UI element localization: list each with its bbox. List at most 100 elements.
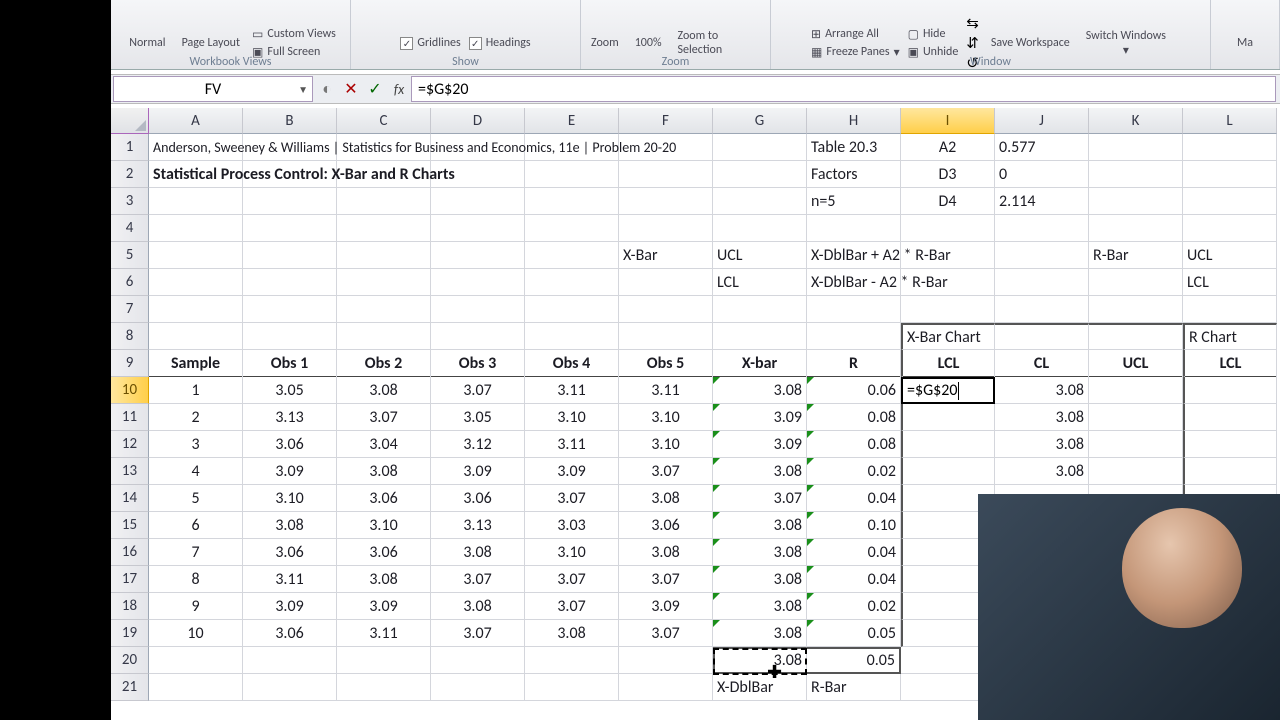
gridlines-checkbox[interactable]: ✓Gridlines [400,36,460,50]
r-value[interactable]: 0.04 [807,485,901,512]
table-label[interactable]: Table 20.3 [807,134,901,161]
obs3[interactable]: 3.07 [431,620,525,647]
macros-button[interactable]: Ma [1233,34,1257,52]
row-header-5[interactable]: 5 [111,242,149,269]
rbar-label[interactable]: R-Bar [1089,242,1183,269]
r-value[interactable]: 0.05 [807,620,901,647]
cell-editor[interactable]: =$G$20 [901,377,995,404]
scroll-icon[interactable]: ⇵ [966,34,979,53]
obs3[interactable]: 3.07 [431,566,525,593]
header-r[interactable]: R [807,350,901,377]
row-header-11[interactable]: 11 [111,404,149,431]
obs4[interactable]: 3.10 [525,404,619,431]
row-header-15[interactable]: 15 [111,512,149,539]
obs1[interactable]: 3.13 [243,404,337,431]
xbar-chart-label[interactable]: X-Bar Chart [901,323,995,350]
arrange-all-button[interactable]: ⊞Arrange All [811,27,900,42]
lcl-label-r[interactable]: LCL [1183,269,1277,296]
r-value[interactable]: 0.02 [807,593,901,620]
name-box[interactable]: FV ▼ [113,76,313,102]
enter-button[interactable]: ✓ [363,76,387,102]
ucl-formula[interactable]: X-DblBar + A2 * R-Bar [807,242,901,269]
sample-num[interactable]: 3 [149,431,243,458]
obs4[interactable]: 3.07 [525,485,619,512]
obs5[interactable]: 3.08 [619,485,713,512]
obs3[interactable]: 3.08 [431,593,525,620]
xbar-label[interactable]: X-Bar [619,242,713,269]
select-all-corner[interactable] [111,108,149,134]
subtitle-text[interactable]: Statistical Process Control: X-Bar and R… [149,161,243,188]
factor-d4-label[interactable]: D4 [901,188,995,215]
column-header-I[interactable]: I [901,108,995,134]
sample-num[interactable]: 7 [149,539,243,566]
r-value[interactable]: 0.08 [807,404,901,431]
obs2[interactable]: 3.10 [337,512,431,539]
row-header-4[interactable]: 4 [111,215,149,242]
r-value[interactable]: 0.04 [807,539,901,566]
obs5[interactable]: 3.09 [619,593,713,620]
obs1[interactable]: 3.09 [243,458,337,485]
obs5[interactable]: 3.07 [619,566,713,593]
obs1[interactable]: 3.11 [243,566,337,593]
zoom-100-button[interactable]: 100% [631,34,666,52]
xbar-value[interactable]: 3.07 [713,485,807,512]
column-header-H[interactable]: H [807,108,901,134]
column-header-K[interactable]: K [1089,108,1183,134]
column-header-E[interactable]: E [525,108,619,134]
cl-value[interactable]: 3.08 [995,404,1089,431]
xbar-value[interactable]: 3.09 [713,431,807,458]
obs4[interactable]: 3.07 [525,566,619,593]
sample-num[interactable]: 6 [149,512,243,539]
rbar-label[interactable]: R-Bar [807,674,901,701]
row-header-3[interactable]: 3 [111,188,149,215]
obs2[interactable]: 3.07 [337,404,431,431]
header-obs-4[interactable]: Obs 4 [525,350,619,377]
obs3[interactable]: 3.07 [431,377,525,404]
obs4[interactable]: 3.11 [525,431,619,458]
obs5[interactable]: 3.06 [619,512,713,539]
row-header-20[interactable]: 20 [111,647,149,674]
xbar-value[interactable]: 3.08 [713,620,807,647]
factor-d3-label[interactable]: D3 [901,161,995,188]
obs5[interactable]: 3.10 [619,431,713,458]
ucl-label-r[interactable]: UCL [1183,242,1277,269]
header-obs-2[interactable]: Obs 2 [337,350,431,377]
factors-label[interactable]: Factors [807,161,901,188]
headings-checkbox[interactable]: ✓Headings [469,36,531,50]
obs4[interactable]: 3.10 [525,539,619,566]
obs5[interactable]: 3.07 [619,458,713,485]
factor-a2-label[interactable]: A2 [901,134,995,161]
r-value[interactable]: 0.06 [807,377,901,404]
lcl-formula[interactable]: X-DblBar - A2 * R-Bar [807,269,901,296]
cl-value[interactable]: 3.08 [995,431,1089,458]
sample-num[interactable]: 9 [149,593,243,620]
header-sample[interactable]: Sample [149,350,243,377]
save-workspace-button[interactable]: Save Workspace [987,34,1074,52]
header-obs-1[interactable]: Obs 1 [243,350,337,377]
r-value[interactable]: 0.02 [807,458,901,485]
factor-d3-value[interactable]: 0 [995,161,1089,188]
r-value[interactable]: 0.08 [807,431,901,458]
row-header-21[interactable]: 21 [111,674,149,701]
sample-num[interactable]: 5 [149,485,243,512]
custom-views-button[interactable]: ▭Custom Views [252,27,336,42]
obs1[interactable]: 3.05 [243,377,337,404]
obs2[interactable]: 3.06 [337,485,431,512]
obs4[interactable]: 3.03 [525,512,619,539]
column-header-B[interactable]: B [243,108,337,134]
factor-d4-value[interactable]: 2.114 [995,188,1089,215]
obs3[interactable]: 3.13 [431,512,525,539]
obs4[interactable]: 3.08 [525,620,619,647]
header-obs-3[interactable]: Obs 3 [431,350,525,377]
obs2[interactable]: 3.08 [337,458,431,485]
sample-num[interactable]: 10 [149,620,243,647]
ucl-label[interactable]: UCL [713,242,807,269]
row-header-8[interactable]: 8 [111,323,149,350]
cl-value[interactable]: 3.08 [995,377,1089,404]
sample-num[interactable]: 4 [149,458,243,485]
xbar-value[interactable]: 3.08 [713,539,807,566]
column-header-J[interactable]: J [995,108,1089,134]
row-header-12[interactable]: 12 [111,431,149,458]
row-header-2[interactable]: 2 [111,161,149,188]
row-header-9[interactable]: 9 [111,350,149,377]
